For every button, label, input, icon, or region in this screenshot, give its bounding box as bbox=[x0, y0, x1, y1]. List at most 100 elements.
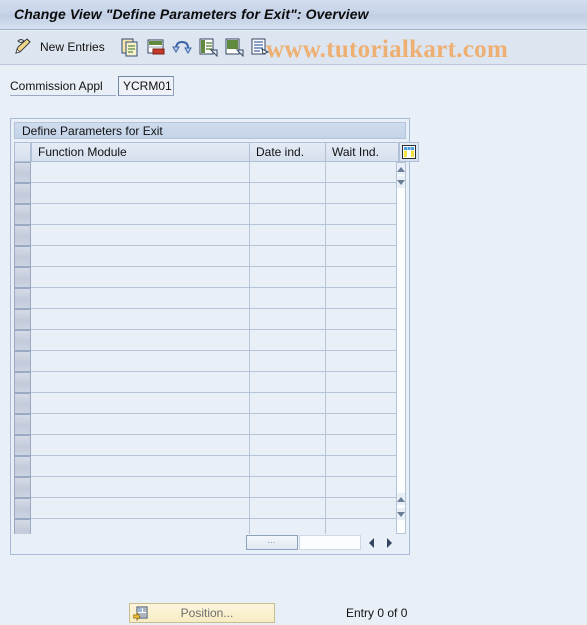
column-header-date-ind[interactable]: Date ind. bbox=[250, 142, 326, 162]
table-row[interactable] bbox=[14, 351, 399, 372]
row-selector[interactable] bbox=[14, 225, 31, 246]
table-cell-date_ind[interactable] bbox=[250, 309, 326, 330]
row-selector[interactable] bbox=[14, 183, 31, 204]
table-cell-function_module[interactable] bbox=[31, 162, 250, 183]
table-cell-function_module[interactable] bbox=[31, 477, 250, 498]
table-cell-date_ind[interactable] bbox=[250, 456, 326, 477]
table-cell-function_module[interactable] bbox=[31, 456, 250, 477]
table-cell-date_ind[interactable] bbox=[250, 519, 326, 534]
table-cell-wait_ind[interactable] bbox=[326, 435, 399, 456]
undo-icon[interactable] bbox=[172, 35, 192, 59]
table-cell-wait_ind[interactable] bbox=[326, 456, 399, 477]
table-cell-date_ind[interactable] bbox=[250, 372, 326, 393]
table-cell-date_ind[interactable] bbox=[250, 393, 326, 414]
table-row[interactable] bbox=[14, 393, 399, 414]
table-settings-icon[interactable] bbox=[399, 142, 419, 162]
row-selector[interactable] bbox=[14, 456, 31, 477]
scroll-left-icon[interactable] bbox=[364, 535, 378, 550]
table-cell-wait_ind[interactable] bbox=[326, 330, 399, 351]
table-cell-wait_ind[interactable] bbox=[326, 162, 399, 183]
table-row[interactable] bbox=[14, 225, 399, 246]
table-cell-function_module[interactable] bbox=[31, 309, 250, 330]
row-selector[interactable] bbox=[14, 393, 31, 414]
table-row[interactable] bbox=[14, 246, 399, 267]
table-row[interactable] bbox=[14, 288, 399, 309]
table-cell-date_ind[interactable] bbox=[250, 414, 326, 435]
table-cell-date_ind[interactable] bbox=[250, 477, 326, 498]
table-cell-function_module[interactable] bbox=[31, 288, 250, 309]
table-row[interactable] bbox=[14, 267, 399, 288]
column-header-wait-ind[interactable]: Wait Ind. bbox=[326, 142, 399, 162]
table-cell-date_ind[interactable] bbox=[250, 267, 326, 288]
select-all-icon[interactable] bbox=[198, 35, 218, 59]
table-cell-function_module[interactable] bbox=[31, 435, 250, 456]
table-cell-wait_ind[interactable] bbox=[326, 393, 399, 414]
table-cell-function_module[interactable] bbox=[31, 414, 250, 435]
table-row[interactable] bbox=[14, 204, 399, 225]
hscroll-track[interactable] bbox=[299, 535, 361, 550]
table-cell-function_module[interactable] bbox=[31, 330, 250, 351]
scroll-page-up-icon[interactable] bbox=[397, 493, 405, 505]
copy-as-icon[interactable] bbox=[120, 35, 140, 59]
table-cell-wait_ind[interactable] bbox=[326, 372, 399, 393]
table-row[interactable] bbox=[14, 414, 399, 435]
table-cell-function_module[interactable] bbox=[31, 225, 250, 246]
table-cell-wait_ind[interactable] bbox=[326, 267, 399, 288]
table-row[interactable] bbox=[14, 372, 399, 393]
table-cell-date_ind[interactable] bbox=[250, 435, 326, 456]
table-cell-function_module[interactable] bbox=[31, 183, 250, 204]
table-cell-wait_ind[interactable] bbox=[326, 519, 399, 534]
table-cell-function_module[interactable] bbox=[31, 372, 250, 393]
table-cell-function_module[interactable] bbox=[31, 393, 250, 414]
scroll-right-icon[interactable] bbox=[382, 535, 396, 550]
table-row[interactable] bbox=[14, 456, 399, 477]
table-row[interactable] bbox=[14, 435, 399, 456]
select-all-rows-corner[interactable] bbox=[14, 142, 31, 162]
table-vertical-scrollbar[interactable] bbox=[396, 162, 406, 534]
table-cell-function_module[interactable] bbox=[31, 519, 250, 534]
row-selector[interactable] bbox=[14, 204, 31, 225]
table-row[interactable] bbox=[14, 309, 399, 330]
table-body[interactable] bbox=[14, 162, 406, 534]
column-header-function-module[interactable]: Function Module bbox=[31, 142, 250, 162]
table-cell-wait_ind[interactable] bbox=[326, 204, 399, 225]
table-cell-function_module[interactable] bbox=[31, 204, 250, 225]
table-cell-wait_ind[interactable] bbox=[326, 246, 399, 267]
deselect-all-icon[interactable] bbox=[224, 35, 244, 59]
row-selector[interactable] bbox=[14, 477, 31, 498]
table-row[interactable] bbox=[14, 330, 399, 351]
row-selector[interactable] bbox=[14, 246, 31, 267]
row-selector[interactable] bbox=[14, 267, 31, 288]
table-cell-wait_ind[interactable] bbox=[326, 288, 399, 309]
table-cell-date_ind[interactable] bbox=[250, 288, 326, 309]
row-selector[interactable] bbox=[14, 288, 31, 309]
table-cell-wait_ind[interactable] bbox=[326, 225, 399, 246]
table-cell-wait_ind[interactable] bbox=[326, 498, 399, 519]
row-selector[interactable] bbox=[14, 519, 31, 534]
row-selector[interactable] bbox=[14, 351, 31, 372]
table-row[interactable] bbox=[14, 477, 399, 498]
table-cell-date_ind[interactable] bbox=[250, 183, 326, 204]
row-selector[interactable] bbox=[14, 372, 31, 393]
table-row[interactable] bbox=[14, 183, 399, 204]
table-horizontal-scrollbar[interactable]: ⋯ bbox=[14, 534, 406, 552]
table-cell-function_module[interactable] bbox=[31, 351, 250, 372]
table-cell-date_ind[interactable] bbox=[250, 498, 326, 519]
table-row[interactable] bbox=[14, 162, 399, 183]
scroll-up-icon[interactable] bbox=[397, 163, 405, 175]
row-selector[interactable] bbox=[14, 414, 31, 435]
table-row[interactable] bbox=[14, 498, 399, 519]
table-cell-wait_ind[interactable] bbox=[326, 351, 399, 372]
table-cell-date_ind[interactable] bbox=[250, 162, 326, 183]
table-cell-wait_ind[interactable] bbox=[326, 477, 399, 498]
row-selector[interactable] bbox=[14, 330, 31, 351]
scroll-down-icon[interactable] bbox=[397, 176, 405, 188]
table-cell-date_ind[interactable] bbox=[250, 351, 326, 372]
row-selector[interactable] bbox=[14, 309, 31, 330]
delete-icon[interactable] bbox=[146, 35, 166, 59]
table-cell-wait_ind[interactable] bbox=[326, 309, 399, 330]
row-selector[interactable] bbox=[14, 498, 31, 519]
scroll-page-down-icon[interactable] bbox=[397, 508, 405, 520]
table-cell-function_module[interactable] bbox=[31, 498, 250, 519]
table-cell-date_ind[interactable] bbox=[250, 225, 326, 246]
